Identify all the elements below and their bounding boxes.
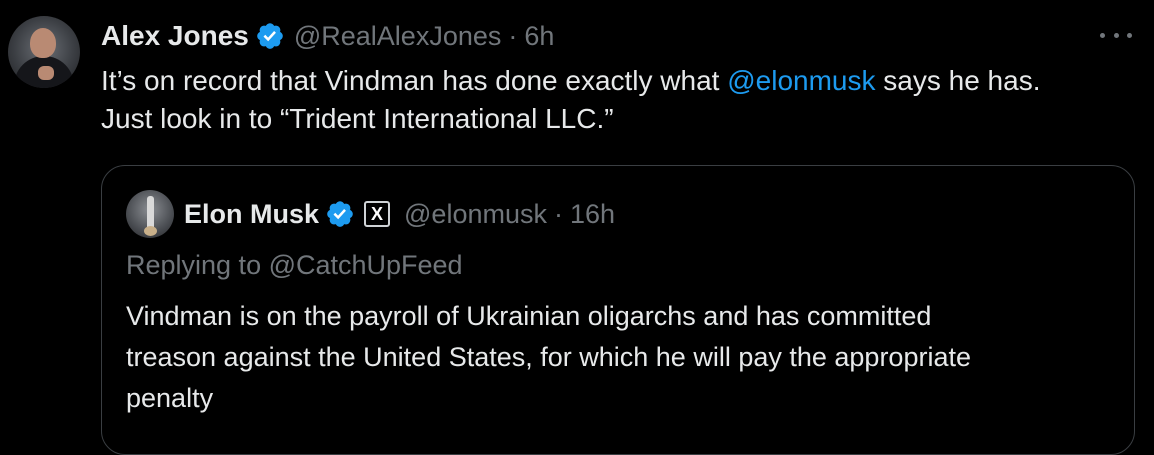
tweet-header: Alex Jones @RealAlexJones · 6h [101,18,554,54]
tweet-text-segment: It’s on record that Vindman has done exa… [101,65,728,96]
separator-dot: · [508,20,518,51]
x-logo-icon[interactable]: X [364,201,391,227]
quoted-author-name[interactable]: Elon Musk [184,199,319,230]
avatar-face [30,28,56,58]
more-options-icon[interactable] [1100,26,1132,44]
verified-badge-icon[interactable] [255,21,285,51]
tweet-text: It’s on record that Vindman has done exa… [101,62,1151,138]
avatar-hand [38,66,54,80]
quoted-avatar[interactable] [126,190,174,238]
more-dot [1113,32,1119,38]
more-dot [1100,32,1105,38]
quoted-text-line: penalty [126,383,214,413]
more-dot [1127,32,1132,38]
separator-dot: · [553,198,563,229]
quoted-author-handle[interactable]: @elonmusk [404,199,547,230]
tweet-text-line: Just look in to “Trident International L… [101,103,614,134]
avatar[interactable] [8,16,80,88]
author-handle[interactable]: @RealAlexJones [294,21,502,52]
quoted-text-line: treason against the United States, for w… [126,342,971,372]
replying-to[interactable]: Replying to @CatchUpFeed [126,250,463,281]
tweet-text-line: It’s on record that Vindman has done exa… [101,62,1151,100]
timestamp[interactable]: 6h [524,21,554,52]
quoted-tweet-card[interactable]: Elon Musk X @elonmusk · 16h Replying to … [101,165,1135,455]
quoted-tweet-text: Vindman is on the payroll of Ukrainian o… [126,296,1126,419]
author-name[interactable]: Alex Jones [101,20,249,52]
avatar-rocket-flame [144,226,157,236]
mention-link[interactable]: @elonmusk [727,65,875,96]
tweet-text-segment: says he has. [875,65,1041,96]
verified-badge-icon[interactable] [325,199,355,229]
quoted-text-line: Vindman is on the payroll of Ukrainian o… [126,301,932,331]
quoted-timestamp[interactable]: 16h [570,199,615,230]
avatar-rocket [147,196,154,228]
quoted-tweet-header: Elon Musk X @elonmusk · 16h [184,196,615,232]
